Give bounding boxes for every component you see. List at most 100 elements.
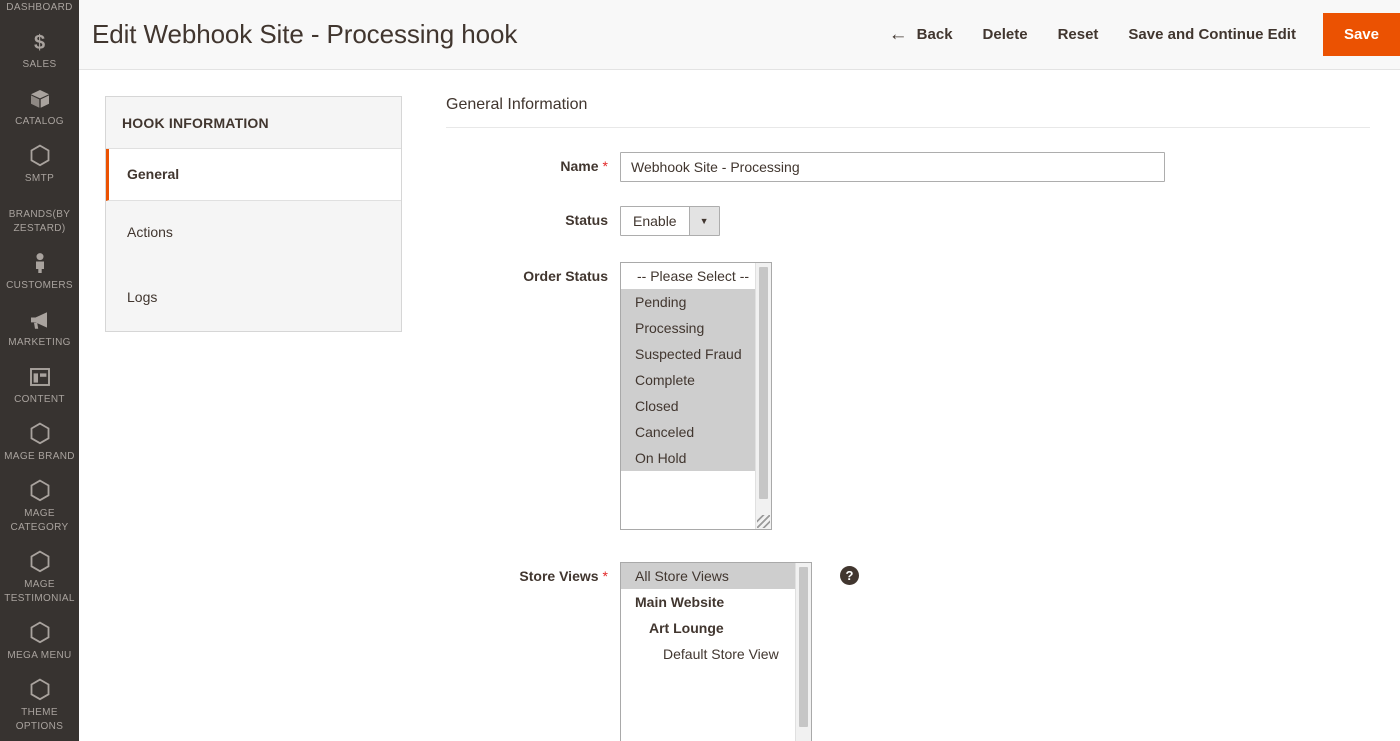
dollar-icon: $	[2, 29, 77, 55]
status-selected-value: Enable	[633, 213, 677, 229]
sidebar-item-sales[interactable]: $ Sales	[0, 23, 79, 80]
hexagon-icon	[2, 620, 77, 646]
status-label: Status	[565, 212, 608, 228]
section-title: General Information	[446, 96, 1370, 128]
hexagon-icon	[2, 421, 77, 447]
tab-actions-label: Actions	[127, 224, 173, 240]
sidebar-item-label: Sales	[22, 59, 57, 70]
sidebar-item-label: Content	[14, 394, 65, 405]
option-processing[interactable]: Processing	[621, 315, 771, 341]
option-closed[interactable]: Closed	[621, 393, 771, 419]
option-art-lounge[interactable]: Art Lounge	[621, 615, 811, 641]
sidebar-item-mega-menu[interactable]: Mega Menu	[0, 614, 79, 671]
save-and-continue-edit-button[interactable]: Save and Continue Edit	[1113, 20, 1311, 49]
hexagon-icon	[2, 677, 77, 703]
sidebar-item-label: Theme Options	[15, 707, 64, 732]
sidebar-item-marketing[interactable]: Marketing	[0, 301, 79, 358]
sidebar-item-catalog[interactable]: Catalog	[0, 80, 79, 137]
sidebar-item-brands-by-zestard[interactable]: Brands(By Zestard)	[0, 194, 79, 244]
sidebar-item-theme-options[interactable]: Theme Options	[0, 671, 79, 741]
sidebar-item-label: Mage Category	[10, 508, 69, 533]
save-button[interactable]: Save	[1322, 13, 1400, 56]
help-icon[interactable]: ?	[840, 566, 859, 585]
sidebar-item-label: Mega Menu	[7, 650, 72, 661]
tab-logs-label: Logs	[127, 289, 158, 305]
hexagon-icon	[2, 143, 77, 169]
required-marker: *	[602, 158, 608, 174]
sidebar-item-label: Customers	[6, 280, 73, 291]
sidebar-item-dashboard[interactable]: Dashboard	[0, 0, 79, 23]
option-please-select[interactable]: -- Please Select --	[621, 263, 771, 289]
sidebar-item-label: Brands(By Zestard)	[8, 209, 71, 234]
name-label-text: Name	[560, 158, 599, 174]
hook-information-column: HOOK INFORMATION General Actions Logs	[105, 96, 402, 741]
tab-general[interactable]: General	[106, 149, 401, 201]
store-views-label-text: Store Views	[519, 568, 599, 584]
page-content: HOOK INFORMATION General Actions Logs Ge…	[79, 70, 1400, 741]
sidebar-item-label: Dashboard	[6, 2, 73, 13]
order-status-options: -- Please Select -- Pending Processing S…	[621, 263, 771, 471]
general-information-form: General Information Name* Status Enable …	[402, 96, 1400, 741]
option-main-website[interactable]: Main Website	[621, 589, 811, 615]
page-header: Edit Webhook Site - Processing hook ← Ba…	[79, 0, 1400, 70]
option-canceled[interactable]: Canceled	[621, 419, 771, 445]
store-views-scroll-thumb[interactable]	[799, 567, 808, 727]
tab-actions[interactable]: Actions	[106, 201, 401, 266]
option-suspected-fraud[interactable]: Suspected Fraud	[621, 341, 771, 367]
sidebar-item-label: Mage Testimonial	[4, 579, 75, 604]
chevron-down-icon[interactable]: ▼	[688, 207, 719, 235]
order-status-scrollbar[interactable]	[755, 263, 771, 529]
tab-logs[interactable]: Logs	[106, 266, 401, 331]
back-button-label: Back	[916, 26, 953, 43]
status-select[interactable]: Enable ▼	[620, 206, 720, 236]
megaphone-icon	[2, 307, 77, 333]
order-status-resize-handle[interactable]	[757, 515, 770, 528]
svg-text:$: $	[34, 32, 45, 53]
store-views-options: All Store Views Main Website Art Lounge …	[621, 563, 811, 667]
option-default-store-view[interactable]: Default Store View	[621, 641, 811, 667]
order-status-control: -- Please Select -- Pending Processing S…	[620, 262, 1370, 530]
delete-button[interactable]: Delete	[968, 20, 1043, 49]
sidebar-item-label: SMTP	[24, 173, 55, 184]
sidebar-item-mage-testimonial[interactable]: Mage Testimonial	[0, 543, 79, 614]
header-actions: ← Back Delete Reset Save and Continue Ed…	[867, 0, 1400, 70]
name-label: Name *	[446, 152, 620, 180]
sidebar-item-customers[interactable]: Customers	[0, 244, 79, 301]
page-title: Edit Webhook Site - Processing hook	[92, 19, 518, 49]
hexagon-icon	[2, 478, 77, 504]
order-status-scroll-thumb[interactable]	[759, 267, 768, 499]
required-marker: *	[602, 568, 608, 584]
store-views-control: All Store Views Main Website Art Lounge …	[620, 562, 1370, 741]
box-icon	[2, 86, 77, 112]
person-icon	[2, 250, 77, 276]
sidebar-item-label: Mage Brand	[4, 451, 75, 462]
store-views-label: Store Views *	[446, 562, 620, 590]
name-input[interactable]	[620, 152, 1165, 182]
arrow-left-icon: ←	[888, 24, 908, 45]
reset-button[interactable]: Reset	[1043, 20, 1114, 49]
order-status-listbox[interactable]: -- Please Select -- Pending Processing S…	[620, 262, 772, 530]
hook-information-title: HOOK INFORMATION	[106, 97, 401, 149]
tab-general-label: General	[127, 166, 180, 182]
sidebar-item-content[interactable]: Content	[0, 358, 79, 415]
hexagon-icon	[2, 549, 77, 575]
hook-information-panel: HOOK INFORMATION General Actions Logs	[105, 96, 402, 332]
layout-icon	[2, 364, 77, 390]
admin-sidebar: Dashboard $ Sales Catalog SMTP Brands(By…	[0, 0, 79, 741]
field-status: Status Enable ▼	[446, 206, 1370, 236]
option-complete[interactable]: Complete	[621, 367, 771, 393]
field-order-status: Order Status -- Please Select -- Pending…	[446, 262, 1370, 530]
store-views-listbox[interactable]: All Store Views Main Website Art Lounge …	[620, 562, 812, 741]
field-store-views: Store Views * All Store Views Main Websit…	[446, 562, 1370, 741]
sidebar-item-mage-category[interactable]: Mage Category	[0, 472, 79, 543]
option-all-store-views[interactable]: All Store Views	[621, 563, 811, 589]
option-pending[interactable]: Pending	[621, 289, 771, 315]
status-control: Enable ▼	[620, 206, 1370, 236]
sidebar-item-smtp[interactable]: SMTP	[0, 137, 79, 194]
sidebar-item-label: Catalog	[15, 116, 64, 127]
store-views-scrollbar[interactable]	[795, 563, 811, 741]
option-on-hold[interactable]: On Hold	[621, 445, 771, 471]
main-area: Edit Webhook Site - Processing hook ← Ba…	[79, 0, 1400, 741]
sidebar-item-mage-brand[interactable]: Mage Brand	[0, 415, 79, 472]
back-button[interactable]: ← Back	[867, 19, 968, 50]
